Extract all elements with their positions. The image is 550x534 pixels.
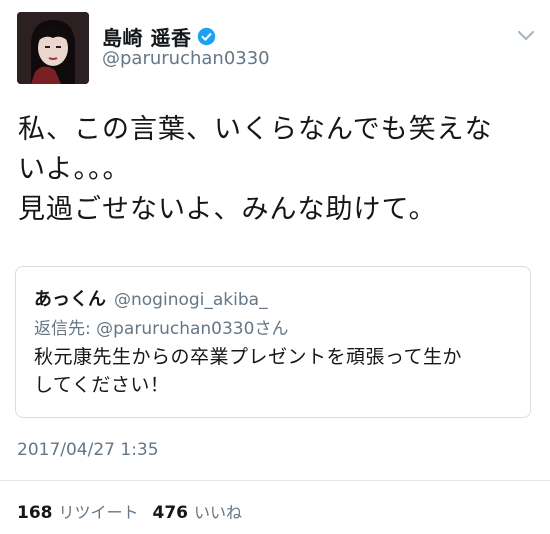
retweet-count[interactable]: 168 (17, 503, 53, 523)
author-handle[interactable]: @paruruchan0330 (102, 48, 270, 69)
quoted-author-name: あっくん (34, 289, 106, 310)
divider (0, 480, 550, 481)
tweet-text: 私、この言葉、いくらなんでも笑えな いよ。。。 見過ごせないよ、みんな助けて。 (18, 114, 493, 225)
quoted-author-handle: @noginogi_akiba_ (114, 290, 268, 310)
tweet-timestamp[interactable]: 2017/04/27 1:35 (17, 440, 159, 460)
avatar[interactable] (17, 12, 89, 84)
like-label[interactable]: いいね (194, 499, 242, 523)
retweet-label[interactable]: リツイート (59, 499, 139, 523)
author-name-row[interactable]: 島崎 遥香 (102, 22, 216, 51)
avatar-image (17, 12, 89, 84)
chevron-down-icon[interactable] (516, 28, 536, 42)
like-count[interactable]: 476 (153, 503, 189, 523)
verified-badge-icon (198, 27, 216, 46)
quoted-tweet-text: 秋元康先生からの卒業プレゼントを頑張って生か してください！ (34, 346, 463, 396)
quoted-reply-to: 返信先: @paruruchan0330さん (34, 319, 289, 339)
quoted-author-row: あっくん @noginogi_akiba_ (34, 285, 268, 311)
quoted-tweet[interactable]: あっくん @noginogi_akiba_ 返信先: @paruruchan03… (15, 266, 531, 418)
author-display-name[interactable]: 島崎 遥香 (102, 22, 191, 51)
tweet-stats: 168 リツイート 476 いいね (17, 499, 256, 523)
